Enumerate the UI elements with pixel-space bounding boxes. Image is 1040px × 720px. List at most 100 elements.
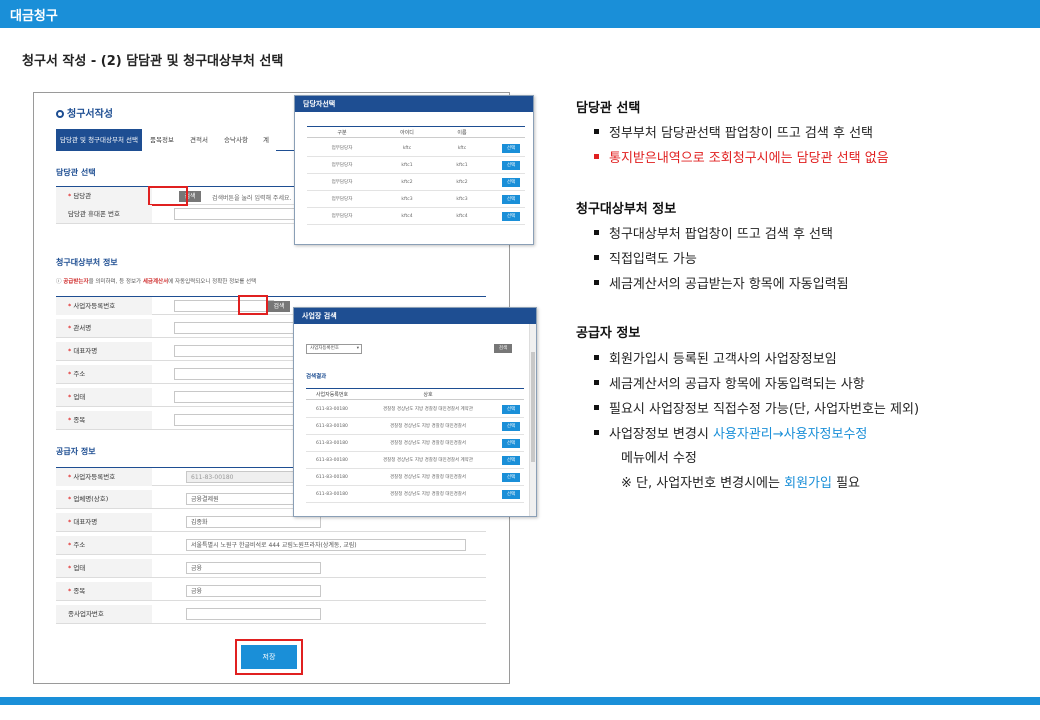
business-row: 611-83-00180 경찰청 경상남도 지방 경찰청 대민경찰서 선택 [306,418,524,435]
dept-label-bizno: * 사업자등록번호 [56,297,152,315]
dept-heading: 청구대상부처 정보 [576,202,677,217]
officer-table-header: 구분 아이디 이름 [307,126,525,138]
business-cell-bizno: 611-83-00180 [316,458,348,463]
business-row: 611-83-00180 경찰청 경상남도 지방 경찰청 대민경찰서 선택 [306,486,524,503]
officer-row: 업무담당자 kftc1 kftc1 선택 [307,157,525,174]
business-cell-name: 경찰청 경상남도 지방 경찰청 대민경찰서 [389,441,467,446]
signup-link[interactable]: 회원가입 [784,476,832,491]
officer-cell-name: kftc3 [456,197,468,202]
business-select-button[interactable]: 선택 [502,473,520,482]
dept-search-highlight [238,295,268,315]
dept-bullet-1: 청구대상부처 팝업창이 뜨고 검색 후 선택 [594,223,833,242]
officer-select-button[interactable]: 선택 [502,161,520,170]
tab-quote[interactable]: 견적서 [182,129,216,151]
officer-cell-type: 업무담당자 [331,163,353,168]
business-cell-bizno: 611-83-00180 [316,475,348,480]
officer-select-button[interactable]: 선택 [502,178,520,187]
business-table: 사업자등록번호 상호 611-83-00180 경찰청 경상남도 지방 경찰청 … [306,388,524,513]
business-select-button[interactable]: 선택 [502,456,520,465]
officer-heading: 담당관 선택 [576,101,641,116]
footer-bar [0,697,1040,705]
supplier-ceo-input[interactable]: 김종화 [186,516,321,528]
dept-bullet-3: 세금계산서의 공급받는자 항목에 자동입력됨 [594,273,849,292]
business-scrollbar[interactable] [529,324,536,516]
circle-icon [56,110,64,118]
header-title: 대금청구 [10,9,58,24]
tab-items[interactable]: 품목정보 [142,129,182,151]
supplier-subno-input[interactable] [186,608,321,620]
supplier-bullet-4-cont: 메뉴에서 수정 [621,451,697,466]
scrollbar-thumb[interactable] [531,352,535,462]
officer-label: * 담당관 [56,187,152,205]
business-cell-name: 경찰청 경상남도 지방 경찰청 대민경찰서 계약관 [383,407,473,412]
officer-search-highlight [148,186,188,206]
officer-select-button[interactable]: 선택 [502,195,520,204]
officer-th-type: 구분 [337,130,347,136]
tab-contract[interactable]: 계 [256,129,276,151]
officer-cell-name: kftc [457,146,467,151]
supplier-bullet-1: 회원가입시 등록된 고객사의 사업장정보임 [594,348,837,367]
officer-cell-id: kftc [402,146,412,151]
business-select-button[interactable]: 선택 [502,490,520,499]
supplier-row-item: * 종목 금융 [56,582,486,601]
officer-phone-label: 담당관 휴대폰 번호 [56,205,152,223]
business-th-name: 상호 [423,392,433,398]
officer-select-button[interactable]: 선택 [502,144,520,153]
officer-bullet-1: 정부부처 담당관선택 팝업창이 뜨고 검색 후 선택 [594,122,873,141]
business-cell-name: 경찰청 경상남도 지방 경찰청 대민경찰서 계약관 [383,458,473,463]
officer-cell-type: 업무담당자 [331,180,353,185]
business-select-button[interactable]: 선택 [502,439,520,448]
dept-section-title: 청구대상부처 정보 [56,258,118,267]
officer-cell-type: 업무담당자 [331,214,353,219]
dept-search-button[interactable]: 검색 [268,301,290,312]
business-cell-bizno: 611-83-00180 [316,441,348,446]
dept-label-biztype: * 업태 [56,388,152,406]
business-search-button[interactable]: 검색 [494,344,512,353]
save-highlight [235,639,303,675]
supplier-address-input[interactable]: 서울특별시 노원구 한글비석로 444 교림노원프라자(상계동, 교림) [186,539,466,551]
business-select-value: 사업자등록번호 [310,346,339,351]
business-search-bar: 사업자등록번호 ▾ 검색 [306,344,518,354]
business-cell-bizno: 611-83-00180 [316,492,348,497]
officer-cell-name: kftc1 [456,163,468,168]
business-table-header: 사업자등록번호 상호 [306,388,524,400]
business-row: 611-83-00180 경찰청 경상남도 지방 경찰청 대민경찰서 계약관 선… [306,401,524,418]
dept-bullet-2: 직접입력도 가능 [594,248,697,267]
business-row: 611-83-00180 경찰청 경상남도 지방 경찰청 대민경찰서 선택 [306,435,524,452]
business-row: 611-83-00180 경찰청 경상남도 지방 경찰청 대민경찰서 선택 [306,469,524,486]
supplier-label-ceo: * 대표자명 [56,513,152,531]
business-select-button[interactable]: 선택 [502,405,520,414]
tab-officer-dept[interactable]: 담당관 및 청구대상부처 선택 [56,129,142,151]
business-search-popup: 사업장 검색 사업자등록번호 ▾ 검색 검색결과 사업자등록번호 상호 611-8… [293,307,537,517]
dept-label-office: * 관서명 [56,319,152,337]
officer-hint: 검색버튼을 눌러 입력해 주세요. [212,195,292,202]
supplier-biztype-input[interactable]: 금융 [186,562,321,574]
officer-row: 업무담당자 kftc kftc 선택 [307,140,525,157]
officer-th-name: 이름 [457,130,467,136]
dept-label-item: * 종목 [56,411,152,429]
officer-cell-id: kftc2 [401,180,413,185]
supplier-row-biztype: * 업태 금융 [56,559,486,578]
header-bar: 대금청구 [0,0,1040,28]
officer-popup-title: 담당자선택 [295,96,533,112]
supplier-row-subno: 종사업자번호 [56,605,486,624]
business-th-bizno: 사업자등록번호 [315,392,349,398]
business-cell-bizno: 611-83-00180 [316,424,348,429]
officer-select-button[interactable]: 선택 [502,212,520,221]
supplier-label-company: * 업체명(상호) [56,490,152,508]
form-title-text: 청구서작성 [67,109,113,120]
page-title: 청구서 작성 - (2) 담담관 및 청구대상부처 선택 [22,54,284,69]
officer-cell-id: kftc1 [401,163,413,168]
business-search-select[interactable]: 사업자등록번호 ▾ [306,344,362,354]
supplier-section-title: 공급자 정보 [56,447,96,456]
supplier-item-input[interactable]: 금융 [186,585,321,597]
supplier-row-address: * 주소 서울특별시 노원구 한글비석로 444 교림노원프라자(상계동, 교림… [56,536,486,555]
business-select-button[interactable]: 선택 [502,422,520,431]
officer-table: 구분 아이디 이름 업무담당자 kftc kftc 선택 업무담당자 kftc1… [307,126,525,236]
business-result-label: 검색결과 [306,374,327,380]
supplier-bullet-2: 세금계산서의 공급자 항목에 자동입력되는 사항 [594,373,865,392]
user-info-edit-link[interactable]: 사용자관리→사용자정보수정 [713,427,867,442]
tab-approval[interactable]: 승낙사항 [216,129,256,151]
business-cell-name: 경찰청 경상남도 지방 경찰청 대민경찰서 [389,424,467,429]
officer-bullet-2: 통지받은내역으로 조회청구시에는 담당관 선택 없음 [594,147,889,166]
